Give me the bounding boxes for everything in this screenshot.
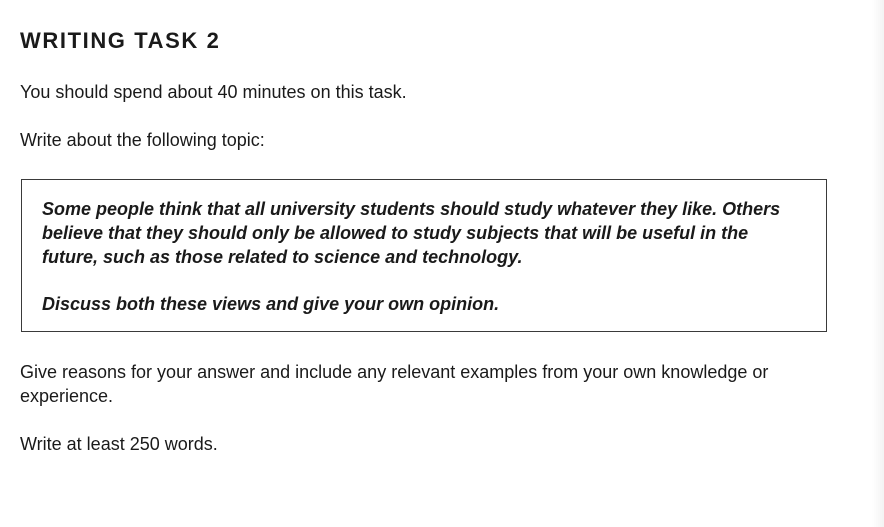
topic-intro: Write about the following topic:	[20, 130, 265, 150]
page-edge-shadow	[872, 0, 884, 527]
time-instruction: You should spend about 40 minutes on thi…	[20, 82, 407, 102]
writing-task-page: WRITING TASK 2 You should spend about 40…	[20, 28, 860, 454]
topic-box: Some people think that all university st…	[21, 179, 827, 332]
answer-instruction: Give reasons for your answer and include…	[20, 362, 769, 406]
topic-prompt: Discuss both these views and give your o…	[42, 294, 500, 314]
word-count-instruction: Write at least 250 words.	[20, 434, 218, 454]
topic-statement: Some people think that all university st…	[42, 199, 781, 267]
task-heading: WRITING TASK 2	[20, 28, 221, 53]
